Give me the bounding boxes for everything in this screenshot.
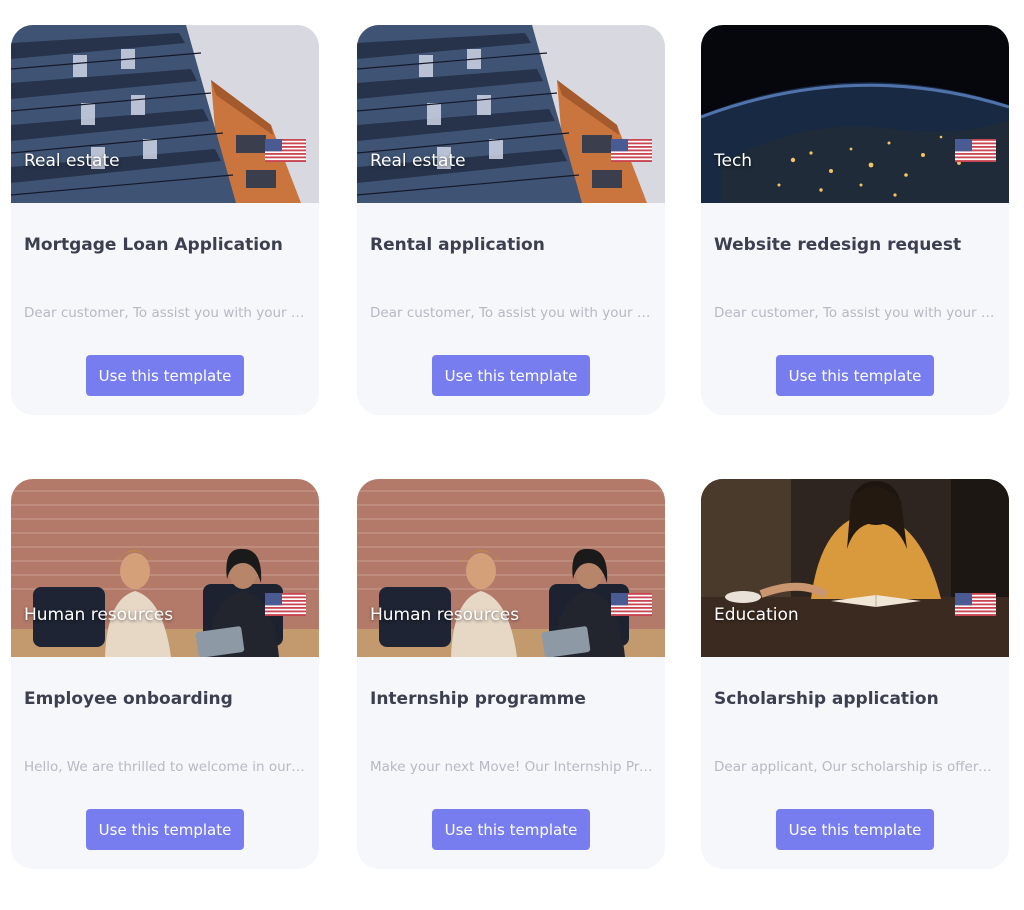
template-hero-image: Real estate (11, 25, 319, 203)
template-description: Dear applicant, Our scholarship is offer… (714, 759, 998, 775)
category-label: Human resources (24, 605, 174, 625)
use-template-button[interactable]: Use this template (432, 355, 590, 396)
template-description: Dear customer, To assist you with your t… (370, 305, 654, 321)
category-label: Real estate (370, 151, 466, 171)
category-label: Tech (714, 151, 753, 171)
category-label: Human resources (370, 605, 520, 625)
use-template-button[interactable]: Use this template (776, 809, 934, 850)
template-title: Rental application (370, 235, 545, 255)
us-flag-icon (611, 139, 652, 162)
category-label: Education (714, 605, 799, 625)
template-card[interactable]: Education Scholarship application Dear app… (701, 479, 1009, 869)
template-card[interactable]: Human resources Internship programme Make … (357, 479, 665, 869)
use-template-button[interactable]: Use this template (776, 355, 934, 396)
template-description: Dear customer, To assist you with your w… (714, 305, 998, 321)
apartment-building-image (357, 25, 665, 203)
template-card[interactable]: Human resources Employee onboarding Hello,… (11, 479, 319, 869)
template-card[interactable]: Real estate Mortgage Loan Application Dear… (11, 25, 319, 415)
template-title: Scholarship application (714, 689, 939, 709)
template-hero-image: Real estate (357, 25, 665, 203)
us-flag-icon (955, 139, 996, 162)
use-template-button[interactable]: Use this template (432, 809, 590, 850)
template-title: Website redesign request (714, 235, 962, 255)
template-description: Hello, We are thrilled to welcome in our… (24, 759, 308, 775)
office-meeting-image (357, 479, 665, 657)
template-card[interactable]: Real estate Rental application Dear custom… (357, 25, 665, 415)
us-flag-icon (611, 593, 652, 616)
student-reading-image (701, 479, 1009, 657)
us-flag-icon (265, 593, 306, 616)
earth-at-night-image (701, 25, 1009, 203)
template-hero-image: Human resources (357, 479, 665, 657)
template-hero-image: Tech (701, 25, 1009, 203)
template-description: Dear customer, To assist you with your M… (24, 305, 308, 321)
template-card[interactable]: Tech Website redesign request Dear custome… (701, 25, 1009, 415)
us-flag-icon (265, 139, 306, 162)
template-description: Make your next Move! Our Internship Prog… (370, 759, 654, 775)
us-flag-icon (955, 593, 996, 616)
category-label: Real estate (24, 151, 120, 171)
template-hero-image: Human resources (11, 479, 319, 657)
template-title: Employee onboarding (24, 689, 233, 709)
template-title: Mortgage Loan Application (24, 235, 283, 255)
template-hero-image: Education (701, 479, 1009, 657)
use-template-button[interactable]: Use this template (86, 355, 244, 396)
office-meeting-image (11, 479, 319, 657)
template-title: Internship programme (370, 689, 586, 709)
use-template-button[interactable]: Use this template (86, 809, 244, 850)
apartment-building-image (11, 25, 319, 203)
